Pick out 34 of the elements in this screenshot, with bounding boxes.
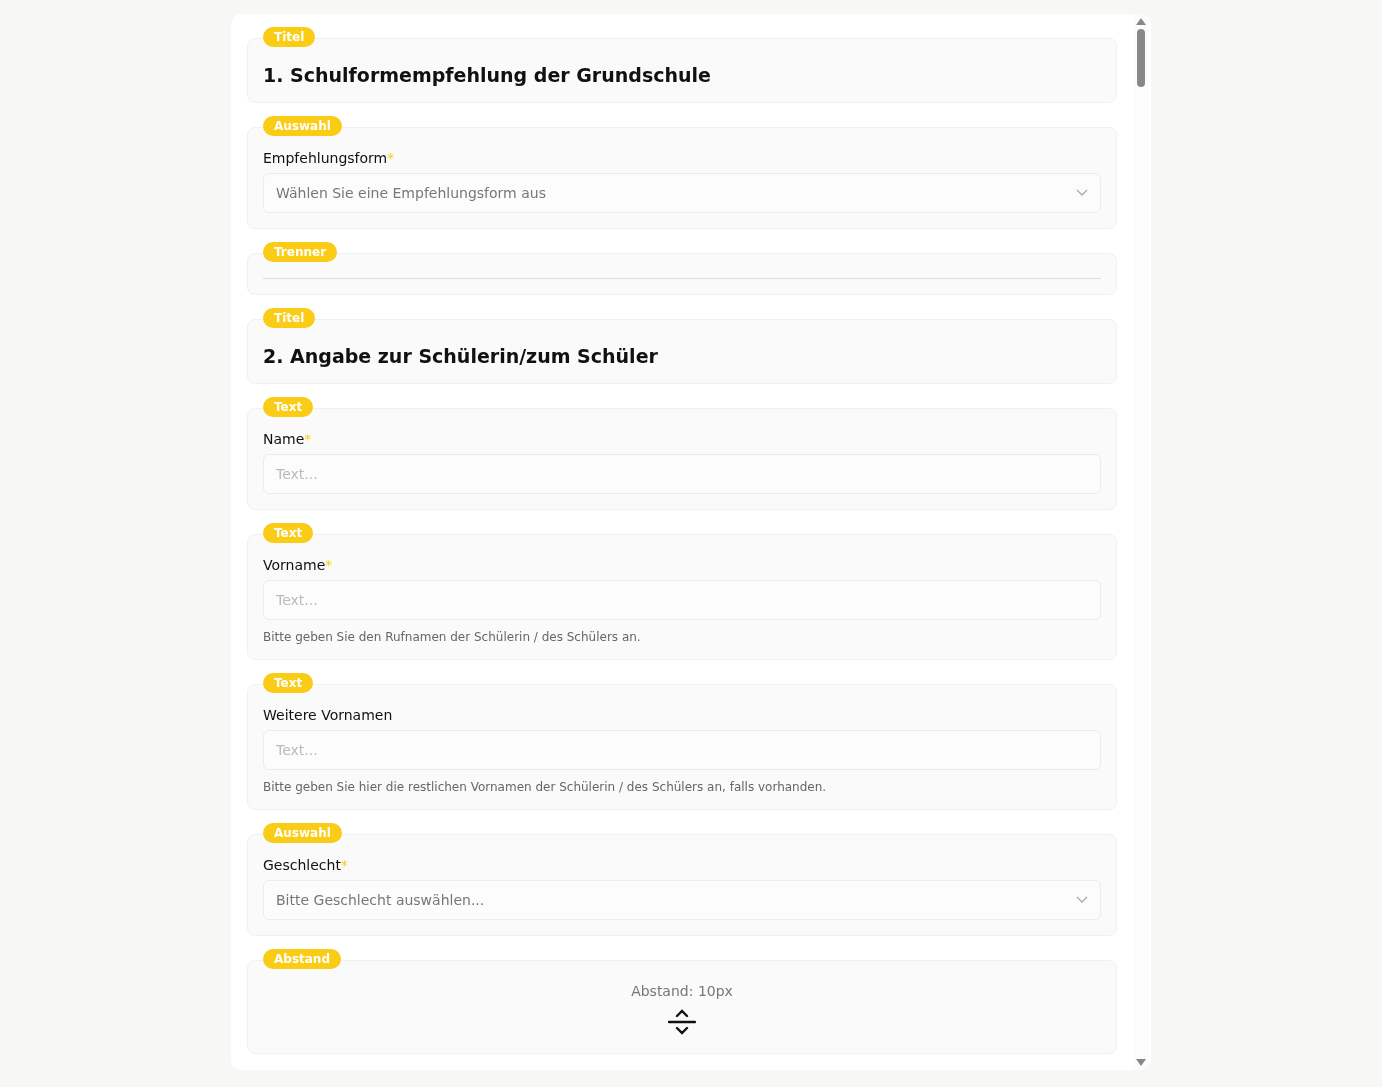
required-asterisk: * <box>387 150 395 166</box>
scroll-up-arrow-icon[interactable] <box>1136 18 1146 25</box>
block-type-badge: Auswahl <box>263 116 342 136</box>
block-type-badge: Text <box>263 397 314 417</box>
scrollbar-thumb[interactable] <box>1137 29 1145 87</box>
scroll-down-arrow-icon[interactable] <box>1136 1059 1146 1066</box>
input-field[interactable]: Text... <box>263 454 1101 494</box>
required-asterisk: * <box>340 857 348 873</box>
chevron-down-icon <box>1076 189 1088 197</box>
field-label: Geschlecht* <box>263 857 349 873</box>
field-label: Vorname* <box>263 557 334 573</box>
block-type-badge: Trenner <box>263 242 338 262</box>
block-type-badge: Auswahl <box>263 823 342 843</box>
expand-vertical-icon <box>668 1009 696 1035</box>
section-title: 1. Schulformempfehlung der Grundschule <box>263 64 712 86</box>
spacing-label: Abstand: 10px <box>631 983 733 999</box>
required-asterisk: * <box>325 557 333 573</box>
select-field[interactable]: Wählen Sie eine Empfehlungsform aus <box>263 173 1101 213</box>
block-type-badge: Titel <box>263 27 316 47</box>
section-title: 2. Angabe zur Schülerin/zum Schüler <box>263 345 659 367</box>
help-text: Bitte geben Sie den Rufnamen der Schülerin / des Schülers an. <box>263 630 642 644</box>
field-label: Weitere Vornamen <box>263 707 394 723</box>
block-type-badge: Text <box>263 673 314 693</box>
block-type-badge: Text <box>263 523 314 543</box>
required-asterisk: * <box>304 431 312 447</box>
help-text: Bitte geben Sie hier die restlichen Vornamen der Schülerin / des Schülers an, falls vorhanden. <box>263 780 828 794</box>
select-field[interactable]: Bitte Geschlecht auswählen... <box>263 880 1101 920</box>
block-type-badge: Abstand <box>263 949 341 969</box>
block-type-badge: Titel <box>263 308 316 328</box>
field-label: Name* <box>263 431 313 447</box>
field-label: Empfehlungsform* <box>263 150 396 166</box>
input-field[interactable]: Text... <box>263 730 1101 770</box>
chevron-down-icon <box>1076 896 1088 904</box>
input-field[interactable]: Text... <box>263 580 1101 620</box>
